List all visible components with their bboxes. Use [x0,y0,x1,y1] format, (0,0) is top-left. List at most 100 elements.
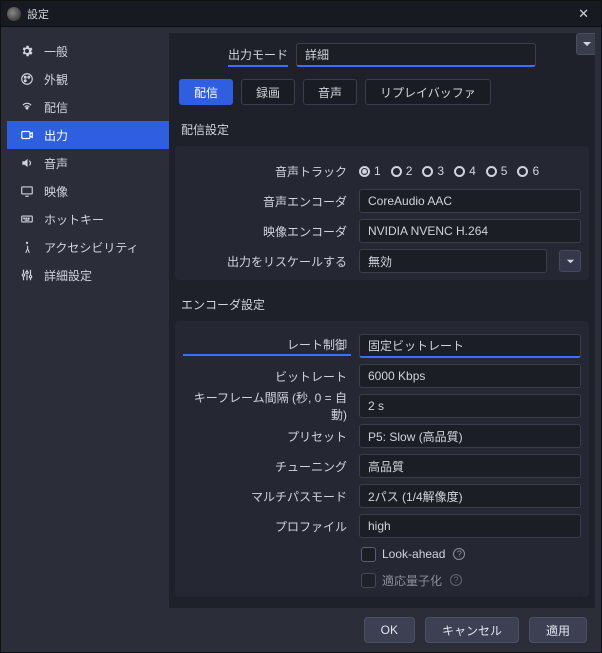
rescale-select[interactable]: 無効 [359,249,547,273]
output-tabs: 配信 録画 音声 リプレイバッファ [169,73,595,115]
tab-streaming[interactable]: 配信 [179,79,233,105]
radio-icon [454,166,465,177]
psycho-label: 適応量子化 [382,572,442,589]
chevron-down-icon[interactable] [559,250,581,272]
body: 一般 外観 配信 出力 音声 映像 ホットキー アクセシビリティ [1,27,601,608]
audio-encoder-select[interactable]: CoreAudio AAC [359,189,581,213]
tab-replay-buffer[interactable]: リプレイバッファ [365,79,491,105]
sidebar-label: 一般 [44,43,68,60]
stream-group-title: 配信設定 [169,115,595,142]
close-button[interactable]: ✕ [572,4,595,24]
profile-select[interactable]: high [359,514,581,538]
checkbox-icon [361,573,376,588]
audio-track-row: 音声トラック 1 2 3 4 5 6 [183,156,581,186]
rate-control-select[interactable]: 固定ビットレート [359,334,581,358]
sidebar-label: 外観 [44,71,68,88]
sidebar-label: 映像 [44,183,68,200]
tuning-row: チューニング 高品質 [183,451,581,481]
rescale-row: 出力をリスケールする 無効 [183,246,581,276]
tab-recording[interactable]: 録画 [241,79,295,105]
track-2[interactable]: 2 [391,164,413,178]
app-icon [7,7,21,21]
video-encoder-select[interactable]: NVIDIA NVENC H.264 [359,219,581,243]
track-3[interactable]: 3 [422,164,444,178]
keyframe-input[interactable]: 2 s [359,394,581,418]
sidebar-label: ホットキー [44,211,104,228]
monitor-icon [19,184,34,198]
keyboard-icon [19,212,34,226]
sidebar-item-hotkeys[interactable]: ホットキー [7,205,169,233]
output-mode-row: 出力モード 詳細 [169,33,595,73]
audio-track-label: 音声トラック [183,163,351,180]
lookahead-row[interactable]: Look-ahead ? [183,541,581,567]
track-4[interactable]: 4 [454,164,476,178]
keyframe-label: キーフレーム間隔 (秒, 0 = 自動) [183,389,351,423]
track-5[interactable]: 5 [486,164,508,178]
preset-label: プリセット [183,428,351,445]
radio-icon [517,166,528,177]
sidebar-label: 詳細設定 [44,267,92,284]
output-mode-value: 詳細 [305,46,329,63]
ok-button[interactable]: OK [364,617,415,643]
bitrate-input[interactable]: 6000 Kbps [359,364,581,388]
cancel-button[interactable]: キャンセル [425,617,519,643]
sidebar-item-advanced[interactable]: 詳細設定 [7,261,169,289]
footer: OK キャンセル 適用 [1,608,601,652]
radio-icon [359,166,370,177]
keyframe-row: キーフレーム間隔 (秒, 0 = 自動) 2 s [183,391,581,421]
sidebar-item-accessibility[interactable]: アクセシビリティ [7,233,169,261]
multipass-label: マルチパスモード [183,488,351,505]
accessibility-icon [19,240,34,254]
radio-icon [486,166,497,177]
gear-icon [19,44,34,58]
sidebar-label: 出力 [44,127,68,144]
sidebar-item-video[interactable]: 映像 [7,177,169,205]
rate-control-label: レート制御 [287,338,347,352]
preset-row: プリセット P5: Slow (高品質) [183,421,581,451]
sidebar-item-appearance[interactable]: 外観 [7,65,169,93]
lookahead-label: Look-ahead [382,547,445,561]
multipass-row: マルチパスモード 2パス (1/4解像度) [183,481,581,511]
track-6[interactable]: 6 [517,164,539,178]
sidebar: 一般 外観 配信 出力 音声 映像 ホットキー アクセシビリティ [7,33,169,608]
track-1[interactable]: 1 [359,164,381,178]
sidebar-item-general[interactable]: 一般 [7,37,169,65]
tools-icon [19,268,34,282]
scroll-area[interactable]: 配信設定 音声トラック 1 2 3 4 5 6 音声エンコーダ CoreAudi… [169,115,595,608]
output-icon [19,128,34,142]
tab-audio[interactable]: 音声 [303,79,357,105]
radio-icon [391,166,402,177]
apply-button[interactable]: 適用 [529,617,587,643]
sidebar-item-audio[interactable]: 音声 [7,149,169,177]
output-mode-label: 出力モード [228,46,288,67]
psycho-row[interactable]: 適応量子化 ? [183,567,581,593]
titlebar: 設定 ✕ [1,1,601,27]
audio-track-radios: 1 2 3 4 5 6 [359,164,539,178]
sidebar-item-stream[interactable]: 配信 [7,93,169,121]
help-icon[interactable]: ? [450,574,462,586]
video-encoder-label: 映像エンコーダ [183,223,351,240]
tuning-select[interactable]: 高品質 [359,454,581,478]
encoder-group-title: エンコーダ設定 [169,290,595,317]
sidebar-item-output[interactable]: 出力 [7,121,169,149]
multipass-select[interactable]: 2パス (1/4解像度) [359,484,581,508]
rate-control-row: レート制御 固定ビットレート [183,331,581,361]
paint-icon [19,72,34,86]
output-mode-select[interactable]: 詳細 [296,43,536,67]
rescale-label: 出力をリスケールする [183,253,351,270]
preset-select[interactable]: P5: Slow (高品質) [359,424,581,448]
window-title: 設定 [27,6,49,22]
tuning-label: チューニング [183,458,351,475]
stream-group: 音声トラック 1 2 3 4 5 6 音声エンコーダ CoreAudio AAC [175,146,589,280]
sidebar-label: アクセシビリティ [44,239,139,256]
chevron-down-icon[interactable] [576,33,595,55]
checkbox-icon [361,547,376,562]
encoder-group: レート制御 固定ビットレート ビットレート 6000 Kbps キーフレーム間隔… [175,321,589,597]
antenna-icon [19,100,34,114]
audio-encoder-label: 音声エンコーダ [183,193,351,210]
sidebar-label: 配信 [44,99,68,116]
speaker-icon [19,156,34,170]
bitrate-row: ビットレート 6000 Kbps [183,361,581,391]
radio-icon [422,166,433,177]
help-icon[interactable]: ? [453,548,465,560]
